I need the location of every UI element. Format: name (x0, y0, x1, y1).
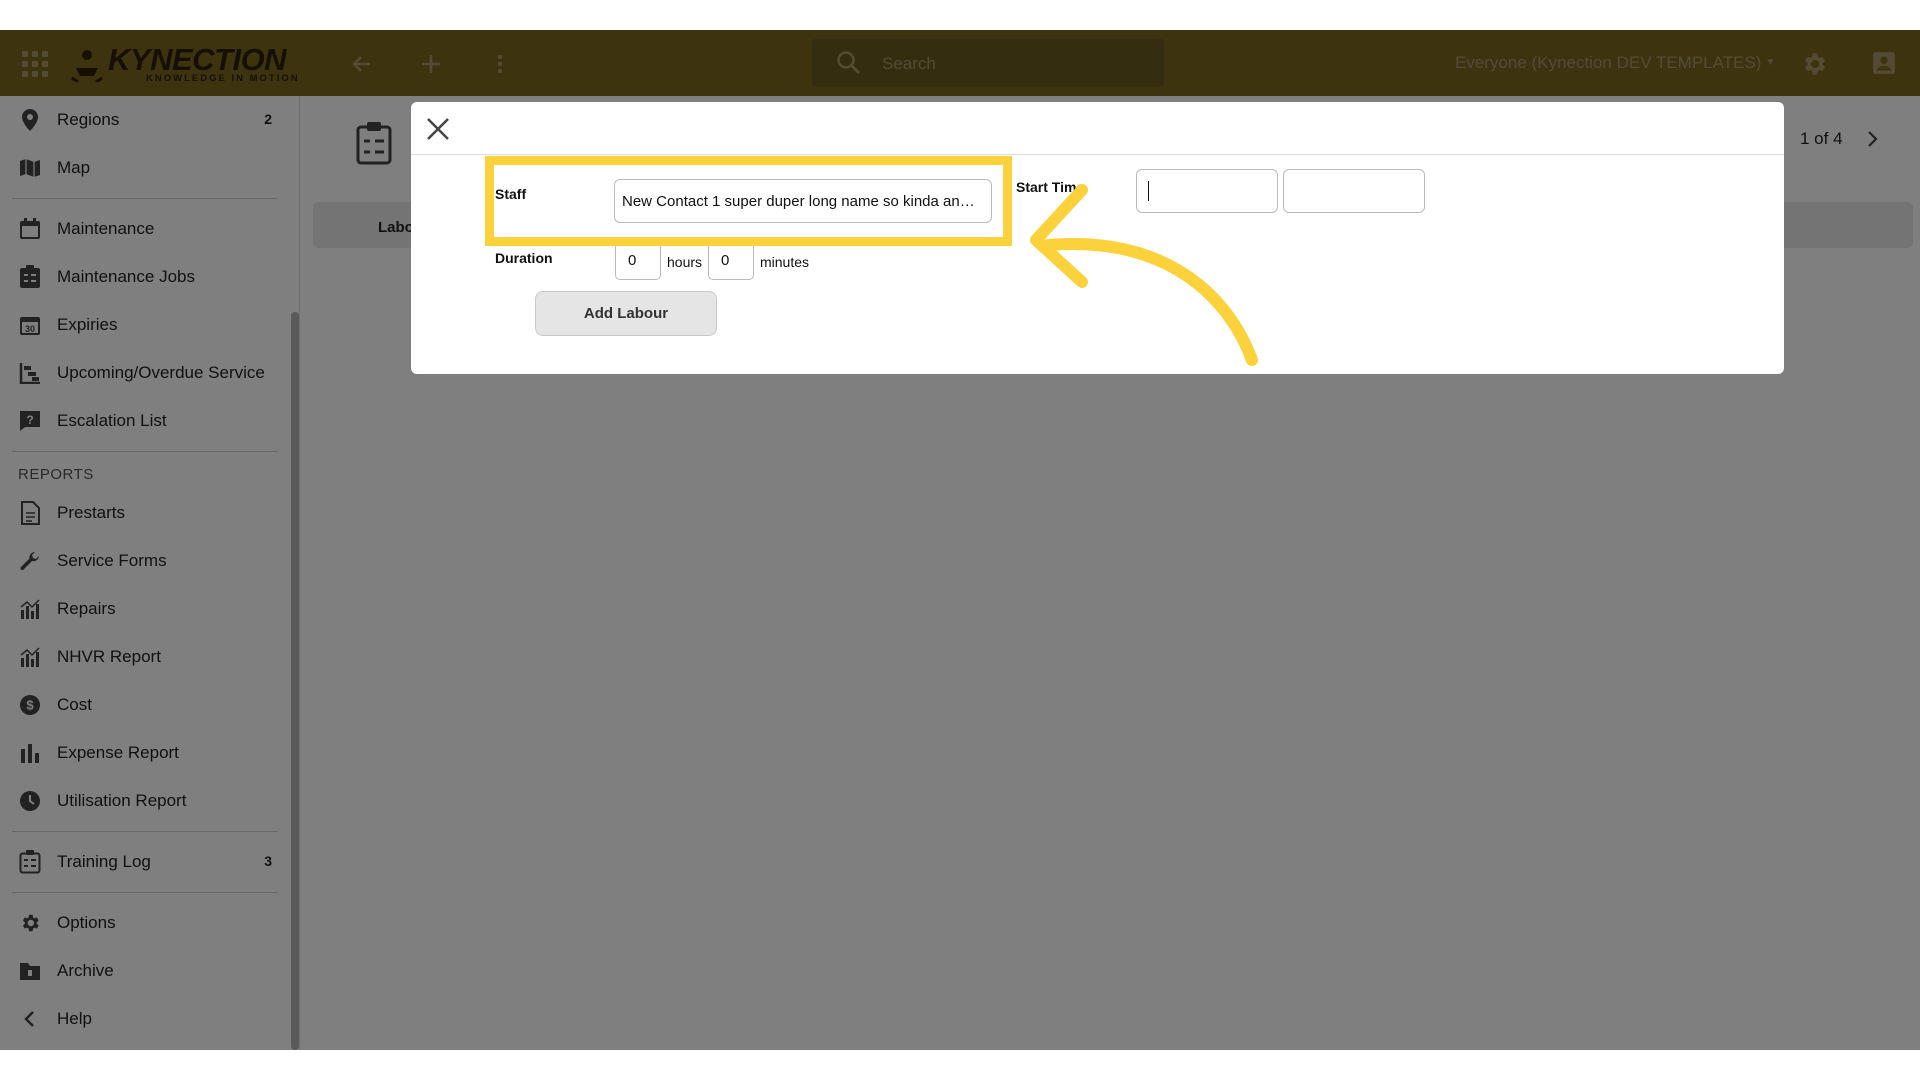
hours-unit: hours (667, 254, 703, 270)
close-icon[interactable] (425, 116, 451, 142)
duration-label: Duration (495, 250, 553, 266)
callout-arrow-icon (1030, 184, 1258, 366)
add-labour-button[interactable]: Add Labour (535, 291, 717, 336)
staff-input[interactable]: New Contact 1 super duper long name so k… (614, 179, 992, 223)
minutes-input[interactable]: 0 (708, 240, 754, 280)
minutes-unit: minutes (760, 254, 810, 270)
staff-label: Staff (495, 186, 527, 202)
highlight-content: Staff New Contact 1 super duper long nam… (494, 165, 1003, 237)
dialog-header (411, 102, 1784, 155)
hours-input[interactable]: 0 (615, 240, 661, 280)
start-time-input[interactable] (1283, 169, 1425, 213)
app-window: KYNECTION KNOWLEDGE IN MOTION Search Eve… (0, 30, 1920, 1050)
